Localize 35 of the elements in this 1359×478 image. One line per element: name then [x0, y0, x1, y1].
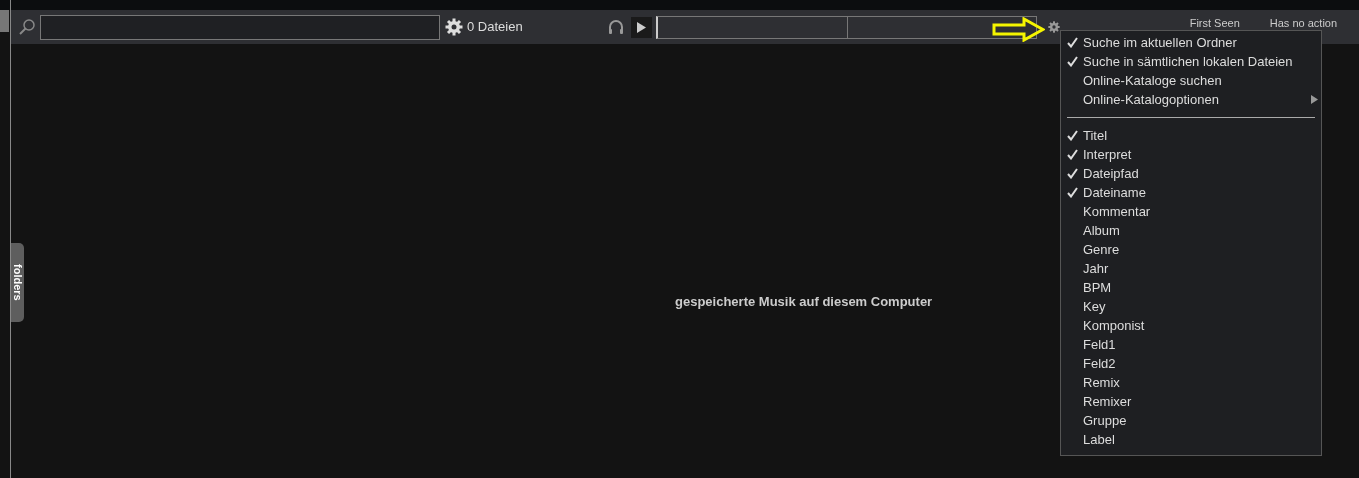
menu-item[interactable]: Suche in sämtlichen lokalen Dateien	[1061, 52, 1321, 71]
menu-item[interactable]: Dateipfad	[1061, 164, 1321, 183]
menu-item[interactable]: Online-Katalogoptionen	[1061, 90, 1321, 109]
sort-dropdown[interactable]: First Seen	[1189, 14, 1240, 32]
file-count: 0 Dateien	[467, 18, 523, 37]
menu-item[interactable]: Komponist	[1061, 316, 1321, 335]
search-icon[interactable]	[18, 18, 36, 36]
search-field[interactable]	[40, 14, 440, 40]
empty-message: gespeicherte Musik auf diesem Computer	[675, 293, 933, 311]
gear-icon[interactable]	[445, 18, 463, 36]
menu-item[interactable]: Feld1	[1061, 335, 1321, 354]
menu-item[interactable]: Key	[1061, 297, 1321, 316]
action-label: Has no action	[1269, 15, 1338, 31]
menu-item[interactable]: Titel	[1061, 126, 1321, 145]
menu-item[interactable]: Dateiname	[1061, 183, 1321, 202]
annotation-arrow-icon	[992, 17, 1045, 42]
menu-item[interactable]: Kommentar	[1061, 202, 1321, 221]
menu-item[interactable]: Remixer	[1061, 392, 1321, 411]
menu-item[interactable]: Feld2	[1061, 354, 1321, 373]
menu-item[interactable]: Interpret	[1061, 145, 1321, 164]
headphones-icon[interactable]	[606, 18, 625, 36]
menu-item[interactable]: Online-Kataloge suchen	[1061, 71, 1321, 90]
play-button[interactable]	[630, 16, 652, 38]
gear-icon[interactable]	[1047, 21, 1060, 33]
menu-item[interactable]: Jahr	[1061, 259, 1321, 278]
menu-item[interactable]: Label	[1061, 430, 1321, 449]
play-icon	[636, 21, 647, 33]
folders-tab[interactable]: folders	[11, 243, 24, 322]
menu-item[interactable]: BPM	[1061, 278, 1321, 297]
menu-item[interactable]: Suche im aktuellen Ordner	[1061, 33, 1321, 52]
menu-item[interactable]: Gruppe	[1061, 411, 1321, 430]
scrollbar-thumb[interactable]	[0, 10, 9, 32]
menu-item[interactable]: Album	[1061, 221, 1321, 240]
menu-item[interactable]: Genre	[1061, 240, 1321, 259]
menu-item[interactable]: Remix	[1061, 373, 1321, 392]
